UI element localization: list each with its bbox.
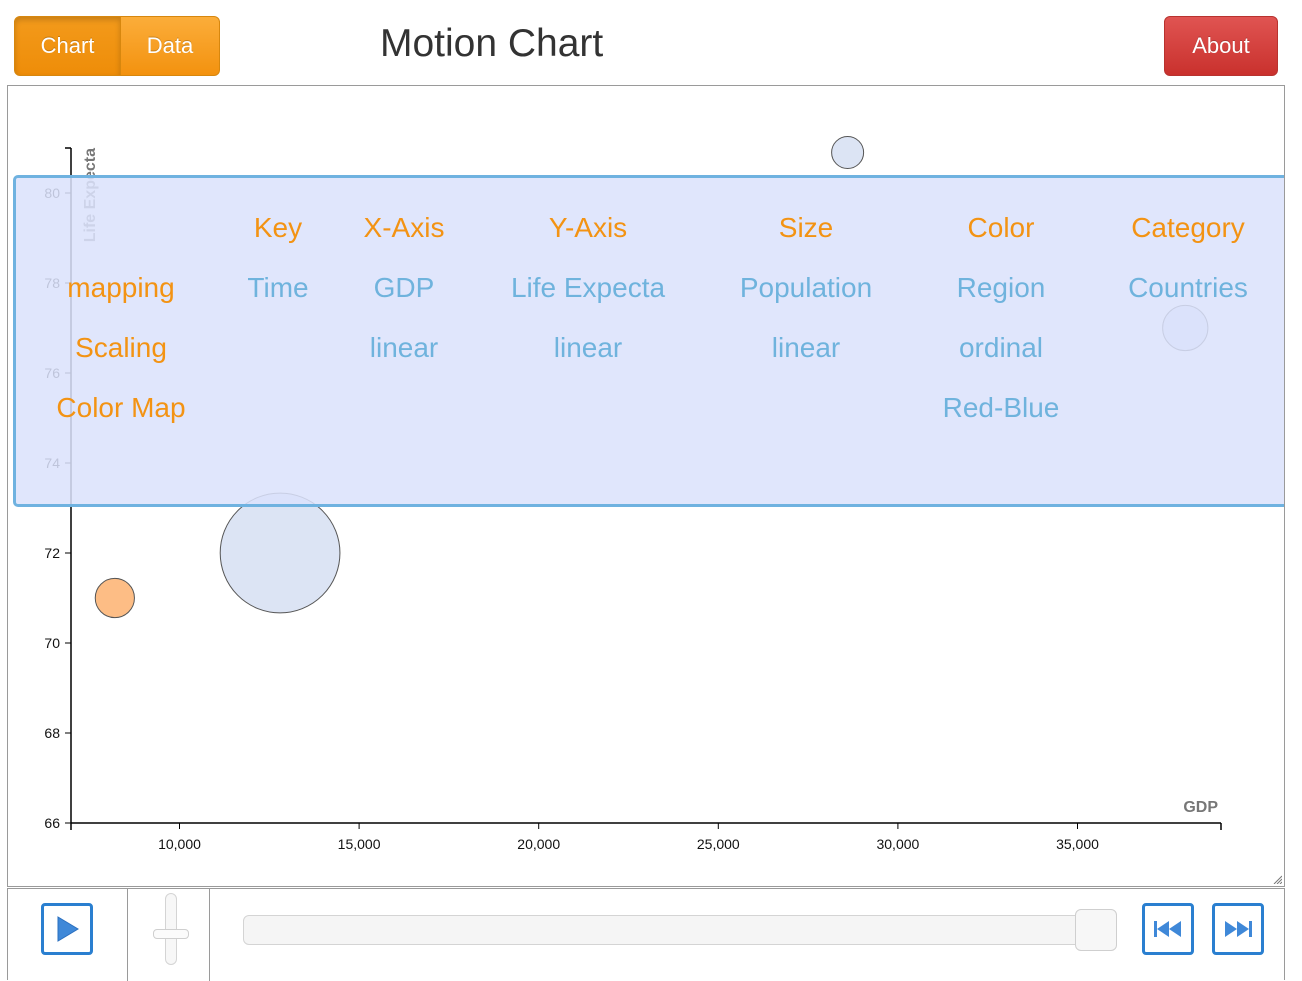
y-tick-label: 70 xyxy=(44,635,60,651)
mapping-category-select[interactable]: Countries xyxy=(1128,273,1248,303)
x-tick-label: 30,000 xyxy=(876,836,919,852)
data-bubble xyxy=(219,492,341,614)
x-tick-label: 20,000 xyxy=(517,836,560,852)
scaling-color-select[interactable]: ordinal xyxy=(959,333,1043,363)
x-tick-label: 15,000 xyxy=(338,836,381,852)
chart-tab-button[interactable]: Chart xyxy=(14,16,121,76)
mapping-y-axis-select[interactable]: Life Expecta xyxy=(511,273,665,303)
play-icon xyxy=(57,916,79,942)
y-tick-label: 68 xyxy=(44,725,60,741)
mapping-key-select[interactable]: Time xyxy=(247,273,308,303)
y-tick-label: 72 xyxy=(44,545,60,561)
row-label-mapping: mapping xyxy=(67,272,175,303)
data-bubble xyxy=(94,577,135,619)
header-key: Key xyxy=(253,212,303,243)
header-x-axis: X-Axis xyxy=(363,212,445,243)
scaling-x-axis-select[interactable]: linear xyxy=(370,333,438,363)
mapping-size-select[interactable]: Population xyxy=(740,273,872,303)
scaling-size-select[interactable]: linear xyxy=(772,333,840,363)
timeline-slider-handle[interactable] xyxy=(1075,909,1117,951)
x-tick-label: 35,000 xyxy=(1056,836,1099,852)
header-y-axis: Y-Axis xyxy=(548,212,628,243)
x-tick-label: 25,000 xyxy=(697,836,740,852)
scaling-y-axis-select[interactable]: linear xyxy=(554,333,622,363)
skip-forward-icon xyxy=(1225,921,1252,937)
chart-area: 10,000 15,000 20,000 25,000 30,000 35,000 66 68… xyxy=(7,85,1285,887)
data-tab-button[interactable]: Data xyxy=(121,16,220,76)
row-label-scaling: Scaling xyxy=(75,332,167,363)
skip-back-icon xyxy=(1154,921,1181,937)
color-map-select[interactable]: Red-Blue xyxy=(943,393,1060,423)
about-button[interactable]: About xyxy=(1164,16,1278,76)
mapping-x-axis-select[interactable]: GDP xyxy=(374,273,435,303)
control-divider xyxy=(127,889,128,981)
data-bubble xyxy=(831,136,865,169)
page-title: Motion Chart xyxy=(380,22,604,65)
y-tick-label: 66 xyxy=(44,815,60,831)
skip-forward-button[interactable] xyxy=(1212,903,1264,955)
playback-controls xyxy=(7,888,1285,981)
header-size: Size xyxy=(778,212,834,243)
skip-back-button[interactable] xyxy=(1142,903,1194,955)
play-button[interactable] xyxy=(41,903,93,955)
speed-slider-handle[interactable] xyxy=(153,929,189,939)
row-label-color-map: Color Map xyxy=(56,392,186,423)
x-axis-label: GDP xyxy=(1183,799,1218,816)
resize-grip-icon[interactable] xyxy=(1272,874,1282,884)
header-color: Color xyxy=(967,212,1035,243)
timeline-slider-track[interactable] xyxy=(243,915,1107,945)
mapping-color-select[interactable]: Region xyxy=(957,273,1046,303)
toolbar: Chart Data Motion Chart About xyxy=(0,0,1302,86)
mapping-settings-panel: Key X-Axis Y-Axis Size Color Category ma… xyxy=(13,175,1284,507)
view-toggle: Chart Data xyxy=(14,16,220,76)
x-tick-label: 10,000 xyxy=(158,836,201,852)
control-divider xyxy=(209,889,210,981)
header-category: Category xyxy=(1131,212,1245,243)
